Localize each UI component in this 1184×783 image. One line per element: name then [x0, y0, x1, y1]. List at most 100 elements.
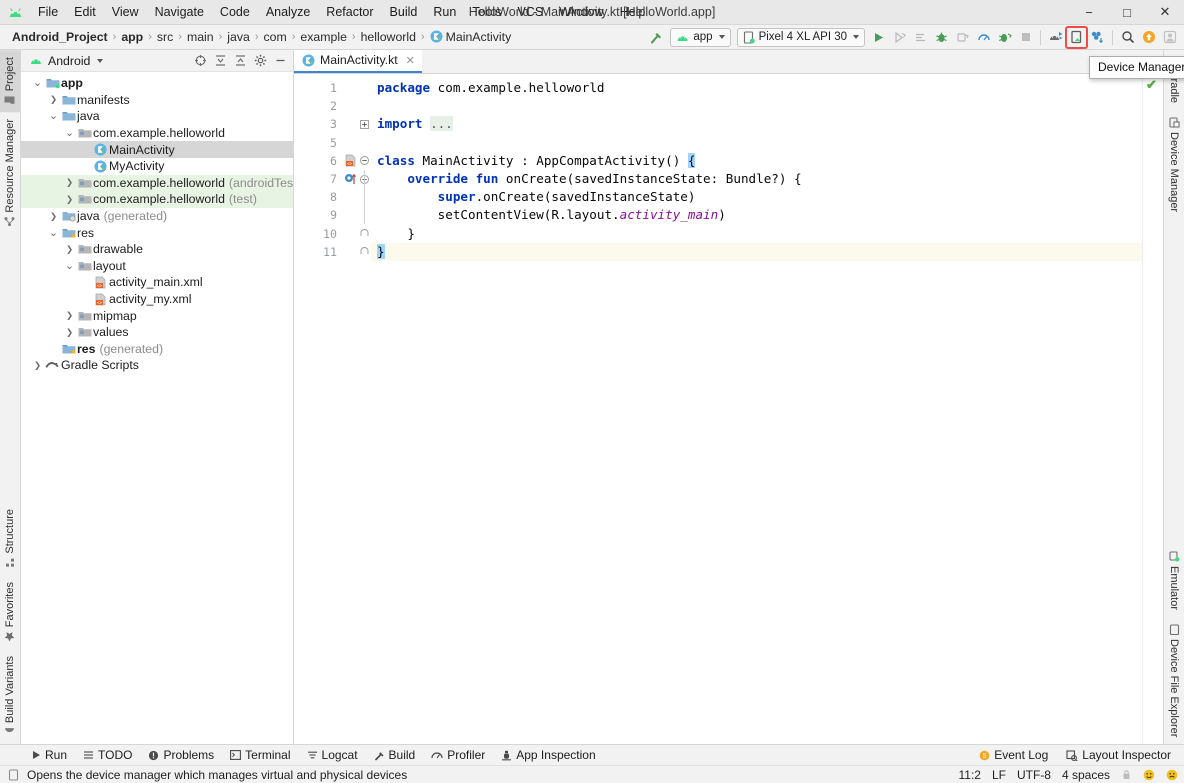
chevron-right-icon[interactable]: ❯: [63, 327, 76, 338]
build-hammer-icon[interactable]: [646, 27, 667, 48]
toolwindow-profiler[interactable]: Profiler: [424, 747, 492, 763]
tree-row[interactable]: ❯com.example.helloworld(test): [21, 191, 293, 208]
menu-tools[interactable]: Tools: [464, 2, 509, 22]
memory-face-icon[interactable]: [1166, 769, 1178, 781]
code-line[interactable]: setContentView(R.layout.activity_main): [371, 206, 1142, 224]
inspection-face-ok-icon[interactable]: [1143, 769, 1155, 781]
run-with-coverage-button[interactable]: [994, 27, 1015, 48]
code-text[interactable]: package com.example.helloworld import ..…: [371, 74, 1142, 744]
toolwindow-build[interactable]: Build: [367, 747, 423, 763]
tree-row[interactable]: MainActivity: [21, 141, 293, 158]
breadcrumb-item-com[interactable]: com: [260, 30, 291, 44]
menu-edit[interactable]: Edit: [66, 2, 104, 22]
breadcrumb-item-project[interactable]: Android_Project: [8, 30, 112, 44]
tree-row[interactable]: ❯java(generated): [21, 208, 293, 225]
project-tree[interactable]: ⌄app❯manifests⌄java⌄com.example.hellowor…: [21, 72, 293, 744]
chevron-right-icon[interactable]: ❯: [31, 360, 44, 371]
chevron-right-icon[interactable]: ❯: [47, 211, 60, 222]
gradle-sync-button[interactable]: [1087, 27, 1108, 48]
code-line[interactable]: }: [371, 243, 1142, 261]
tree-row[interactable]: ❯values: [21, 324, 293, 341]
close-button[interactable]: ✕: [1146, 0, 1184, 25]
tree-row[interactable]: ⌄java: [21, 108, 293, 125]
fold-marker[interactable]: [357, 152, 371, 170]
menu-help[interactable]: Help: [612, 2, 654, 22]
toolwindow-logcat[interactable]: Logcat: [300, 747, 365, 763]
breadcrumb-item-helloworld[interactable]: helloworld: [357, 30, 420, 44]
toolwindow-run[interactable]: Run: [24, 747, 74, 763]
menu-window[interactable]: Window: [551, 2, 611, 22]
run-button[interactable]: [868, 27, 889, 48]
breadcrumb-item-example[interactable]: example: [296, 30, 350, 44]
device-manager-button[interactable]: [1066, 27, 1087, 48]
device-selector[interactable]: Pixel 4 XL API 30: [737, 28, 865, 47]
code-line[interactable]: class MainActivity : AppCompatActivity()…: [371, 152, 1142, 170]
override-method-icon[interactable]: [343, 170, 357, 188]
sidebar-item-build-variants[interactable]: Build Variants: [0, 649, 20, 744]
code-folding-column[interactable]: [357, 74, 371, 744]
chevron-down-icon[interactable]: ⌄: [47, 230, 60, 236]
code-line[interactable]: }: [371, 225, 1142, 243]
tree-row[interactable]: ❯drawable: [21, 241, 293, 258]
menu-vcs[interactable]: VCS: [509, 2, 551, 22]
chevron-down-icon[interactable]: ⌄: [31, 80, 44, 86]
toolwindow-problems[interactable]: Problems: [141, 747, 221, 763]
crosshair-icon[interactable]: [191, 52, 209, 70]
tree-row[interactable]: ⌄app: [21, 75, 293, 92]
menu-code[interactable]: Code: [212, 2, 258, 22]
tree-row[interactable]: ⌄res: [21, 224, 293, 241]
breadcrumb-item-src[interactable]: src: [153, 30, 177, 44]
chevron-down-icon[interactable]: ⌄: [63, 263, 76, 269]
close-icon[interactable]: ✕: [406, 54, 415, 67]
gear-icon[interactable]: [251, 52, 269, 70]
sidebar-item-resource-manager[interactable]: Resource Manager: [0, 112, 20, 234]
chevron-right-icon[interactable]: ❯: [63, 177, 76, 188]
tree-row[interactable]: ⌄com.example.helloworld: [21, 125, 293, 142]
tree-row[interactable]: <>activity_main.xml: [21, 274, 293, 291]
chevron-right-icon[interactable]: ❯: [63, 194, 76, 205]
code-editor[interactable]: 123567891011 <> package com.example.hell…: [294, 74, 1163, 744]
toolwindow-terminal[interactable]: Terminal: [223, 747, 297, 763]
breadcrumb-item-mainactivity[interactable]: MainActivity: [426, 30, 516, 44]
code-line[interactable]: override fun onCreate(savedInstanceState…: [371, 170, 1142, 188]
tree-row[interactable]: <>activity_my.xml: [21, 291, 293, 308]
search-icon[interactable]: [1117, 27, 1138, 48]
stop-button[interactable]: [1015, 27, 1036, 48]
sidebar-item-project[interactable]: Project: [0, 50, 20, 112]
tree-row[interactable]: ❯com.example.helloworld(androidTest): [21, 175, 293, 192]
tree-row[interactable]: ❯manifests: [21, 92, 293, 109]
menu-refactor[interactable]: Refactor: [318, 2, 381, 22]
breadcrumb-item-main[interactable]: main: [183, 30, 218, 44]
tree-row[interactable]: ❯Gradle Scripts: [21, 357, 293, 374]
debug-button[interactable]: [931, 27, 952, 48]
menu-run[interactable]: Run: [425, 2, 464, 22]
project-view-selector-label[interactable]: Android: [48, 54, 90, 68]
collapse-all-icon[interactable]: [231, 52, 249, 70]
chevron-down-icon[interactable]: [97, 59, 103, 63]
module-selector[interactable]: app: [670, 28, 730, 47]
menu-navigate[interactable]: Navigate: [147, 2, 212, 22]
breadcrumb-item-app[interactable]: app: [117, 30, 147, 44]
breadcrumb-item-java[interactable]: java: [223, 30, 254, 44]
chevron-down-icon[interactable]: ⌄: [47, 113, 60, 119]
update-arrow-icon[interactable]: [1138, 27, 1159, 48]
chevron-right-icon[interactable]: ❯: [63, 244, 76, 255]
chevron-right-icon[interactable]: ❯: [63, 310, 76, 321]
fold-marker[interactable]: [357, 115, 371, 133]
line-separator[interactable]: LF: [992, 768, 1006, 782]
sdk-manager-button[interactable]: [1045, 27, 1066, 48]
chevron-down-icon[interactable]: ⌄: [63, 130, 76, 136]
editor-markers-strip[interactable]: ✔: [1142, 74, 1163, 744]
lock-icon[interactable]: [1121, 769, 1132, 780]
code-line[interactable]: package com.example.helloworld: [371, 79, 1142, 97]
menu-analyze[interactable]: Analyze: [258, 2, 318, 22]
fold-marker[interactable]: [357, 225, 371, 243]
file-encoding[interactable]: UTF-8: [1017, 768, 1051, 782]
code-line[interactable]: [371, 97, 1142, 115]
minimize-dash-icon[interactable]: [271, 52, 289, 70]
sidebar-item-emulator[interactable]: Emulator: [1164, 544, 1184, 617]
code-line[interactable]: import ...: [371, 115, 1142, 133]
minimize-button[interactable]: −: [1070, 0, 1108, 25]
menu-file[interactable]: File: [30, 2, 66, 22]
layout-preview-icon[interactable]: <>: [343, 152, 357, 170]
